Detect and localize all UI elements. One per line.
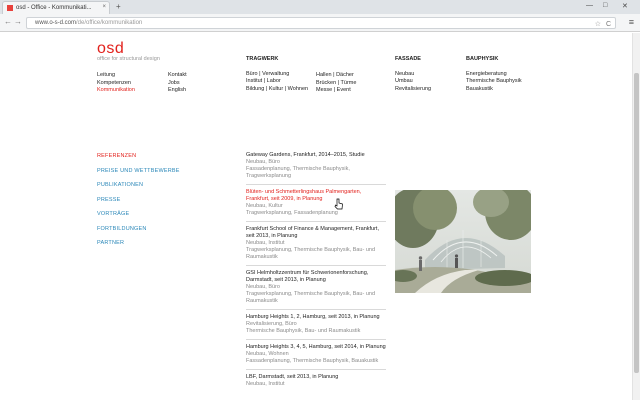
project-title[interactable]: Frankfurt School of Finance & Management…	[246, 226, 386, 240]
project-title[interactable]: Blüten- und Schmetterlingshaus Palmengar…	[246, 189, 386, 203]
nav-fassade: FASSADE Neubau Umbau Revitalisierung	[395, 56, 431, 93]
nav-tragwerk-2: Hallen | Dächer Brücken | Türme Messe | …	[316, 72, 356, 95]
url-host: www.o-s-d.com	[35, 20, 77, 26]
project-subtitle: Neubau, Büro Fassadenplanung, Thermische…	[246, 159, 350, 179]
nav-tragwerk-item[interactable]: Messe | Event	[316, 87, 356, 95]
site-tagline: office for structural design	[97, 56, 160, 62]
project-item[interactable]: Gateway Gardens, Frankfurt, 2014–2015, S…	[246, 152, 386, 180]
project-title[interactable]: GSI Helmholtzzentrum für Schwerionenfors…	[246, 270, 386, 284]
section-sidenav: REFERENZEN PREISE UND WETTBEWERBE PUBLIK…	[97, 153, 180, 255]
topnav-col1: Leitung Kompetenzen Kommunikation	[97, 72, 135, 95]
sidenav-vortraege[interactable]: VORTRÄGE	[97, 211, 180, 217]
sidenav-preise[interactable]: PREISE UND WETTBEWERBE	[97, 168, 180, 174]
divider	[246, 265, 386, 266]
sidenav-fortbildungen[interactable]: FORTBILDUNGEN	[97, 226, 180, 232]
project-rendering-image	[395, 190, 531, 293]
project-title[interactable]: Hamburg Heights 1, 2, Hamburg, seit 2013…	[246, 314, 386, 321]
divider	[246, 184, 386, 185]
divider	[246, 369, 386, 370]
sidenav-presse[interactable]: PRESSE	[97, 197, 180, 203]
project-title[interactable]: LBF, Darmstadt, seit 2013, in Planung	[246, 374, 386, 381]
url-input[interactable]: www.o-s-d.com/de/office/kommunikation ☆ …	[26, 17, 616, 29]
project-item[interactable]: Blüten- und Schmetterlingshaus Palmengar…	[246, 189, 386, 217]
forward-icon[interactable]: →	[14, 17, 22, 26]
nav-fassade-item[interactable]: Neubau	[395, 71, 431, 79]
nav-tragwerk-item[interactable]: Bildung | Kultur | Wohnen	[246, 86, 308, 94]
project-subtitle: Neubau, Institut	[246, 381, 285, 387]
project-subtitle: Neubau, Kultur Tragwerksplanung, Fassade…	[246, 203, 338, 216]
tab-title: osd - Office - Kommunikati...	[16, 5, 92, 11]
nav-fassade-item[interactable]: Revitalisierung	[395, 86, 431, 94]
nav-tragwerk-item[interactable]: Institut | Labor	[246, 78, 308, 86]
nav-bauphysik-item[interactable]: Thermische Bauphysik	[466, 78, 522, 86]
nav-bauphysik-item[interactable]: Bauakustik	[466, 86, 522, 94]
nav-bauphysik: BAUPHYSIK Energieberatung Thermische Bau…	[466, 56, 522, 93]
minimize-icon[interactable]: —	[586, 2, 593, 9]
divider	[246, 221, 386, 222]
project-item[interactable]: GSI Helmholtzzentrum für Schwerionenfors…	[246, 270, 386, 305]
project-subtitle: Neubau, Institut Tragwerksplanung, Therm…	[246, 240, 376, 260]
project-item[interactable]: LBF, Darmstadt, seit 2013, in Planung Ne…	[246, 374, 386, 388]
project-list: Gateway Gardens, Frankfurt, 2014–2015, S…	[246, 152, 386, 395]
browser-menu-icon[interactable]: ≡	[629, 17, 634, 27]
project-subtitle: Neubau, Büro Tragwerksplanung, Thermisch…	[246, 284, 376, 304]
tragwerk-heading[interactable]: TRAGWERK	[246, 56, 308, 64]
nav-kompetenzen[interactable]: Kompetenzen	[97, 80, 135, 88]
maximize-icon[interactable]: □	[603, 2, 607, 9]
reload-icon[interactable]: C	[606, 19, 611, 30]
sidenav-referenzen[interactable]: REFERENZEN	[97, 153, 180, 159]
back-icon[interactable]: ←	[4, 17, 12, 26]
nav-english[interactable]: English	[168, 87, 187, 95]
project-title[interactable]: Gateway Gardens, Frankfurt, 2014–2015, S…	[246, 152, 386, 159]
scrollbar-thumb[interactable]	[634, 73, 639, 373]
url-path: /de/office/kommunikation	[76, 20, 143, 26]
favicon-icon	[7, 5, 13, 11]
project-item[interactable]: Hamburg Heights 3, 4, 5, Hamburg, seit 2…	[246, 344, 386, 365]
topnav-col2: Kontakt Jobs English	[168, 72, 187, 95]
nav-kontakt[interactable]: Kontakt	[168, 72, 187, 80]
close-window-icon[interactable]: ✕	[622, 2, 628, 10]
bookmark-star-icon[interactable]: ☆	[595, 19, 601, 30]
mouse-pointer-icon	[334, 198, 344, 212]
bauphysik-heading[interactable]: BAUPHYSIK	[466, 56, 522, 64]
nav-tragwerk-item[interactable]: Büro | Verwaltung	[246, 71, 308, 79]
nav-tragwerk-item[interactable]: Hallen | Dächer	[316, 72, 356, 80]
project-subtitle: Revitalisierung, Büro Thermische Bauphys…	[246, 321, 361, 334]
divider	[246, 309, 386, 310]
tab-close-icon[interactable]: ×	[102, 4, 106, 10]
nav-leitung[interactable]: Leitung	[97, 72, 135, 80]
nav-kommunikation[interactable]: Kommunikation	[97, 87, 135, 95]
nav-tragwerk: TRAGWERK Büro | Verwaltung Institut | La…	[246, 56, 308, 93]
scrollbar[interactable]	[632, 33, 640, 400]
project-title[interactable]: Hamburg Heights 3, 4, 5, Hamburg, seit 2…	[246, 344, 386, 351]
sidenav-publikationen[interactable]: PUBLIKATIONEN	[97, 182, 180, 188]
nav-tragwerk-item[interactable]: Brücken | Türme	[316, 80, 356, 88]
divider	[246, 339, 386, 340]
fassade-heading[interactable]: FASSADE	[395, 56, 431, 64]
project-subtitle: Neubau, Wohnen Fassadenplanung, Thermisc…	[246, 351, 379, 364]
browser-tab[interactable]: osd - Office - Kommunikati... ×	[2, 1, 110, 14]
nav-fassade-item[interactable]: Umbau	[395, 78, 431, 86]
new-tab-button[interactable]: +	[116, 2, 121, 11]
nav-jobs[interactable]: Jobs	[168, 80, 187, 88]
address-bar: ← → www.o-s-d.com/de/office/kommunikatio…	[0, 14, 640, 32]
nav-bauphysik-item[interactable]: Energieberatung	[466, 71, 522, 79]
project-item[interactable]: Hamburg Heights 1, 2, Hamburg, seit 2013…	[246, 314, 386, 335]
project-item[interactable]: Frankfurt School of Finance & Management…	[246, 226, 386, 261]
sidenav-partner[interactable]: PARTNER	[97, 240, 180, 246]
browser-tabbar: osd - Office - Kommunikati... × + — □ ✕	[0, 0, 640, 14]
